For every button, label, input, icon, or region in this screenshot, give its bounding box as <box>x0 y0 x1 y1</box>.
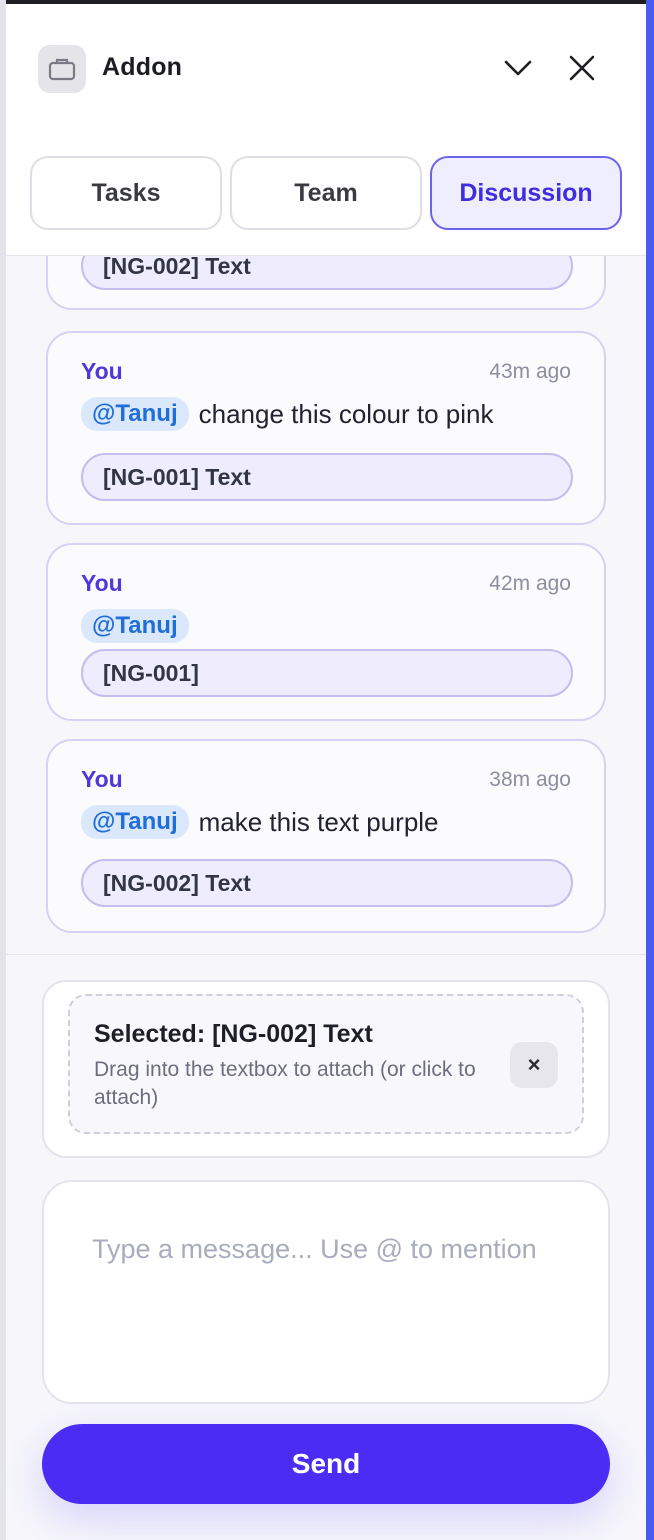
message-timestamp: 43m ago <box>489 360 571 383</box>
element-tag[interactable]: [NG-002] Text <box>81 256 573 290</box>
message-text: change this colour to pink <box>198 398 494 429</box>
message-card: You 38m ago @Tanuj make this text purple… <box>46 739 606 933</box>
message-timestamp: 38m ago <box>489 768 571 791</box>
message-card: You 42m ago @Tanuj [NG-001] <box>46 543 606 721</box>
selected-element-dropzone[interactable]: Selected: [NG-002] Text Drag into the te… <box>68 994 584 1134</box>
message-card: [NG-002] Text <box>46 256 606 310</box>
message-author: You <box>81 570 123 596</box>
collapse-button[interactable] <box>498 48 538 88</box>
chevron-down-icon <box>504 60 532 76</box>
message-timestamp: 42m ago <box>489 572 571 595</box>
message-input[interactable] <box>92 1228 560 1356</box>
element-tag[interactable]: [NG-001] <box>81 649 573 697</box>
message-card: You 43m ago @Tanuj change this colour to… <box>46 331 606 525</box>
mention-chip[interactable]: @Tanuj <box>81 805 189 839</box>
selected-element-hint: Drag into the textbox to attach (or clic… <box>94 1058 476 1109</box>
message-body: @Tanuj make this text purple <box>81 805 439 839</box>
mention-chip[interactable]: @Tanuj <box>81 397 189 431</box>
message-body: @Tanuj change this colour to pink <box>81 397 493 431</box>
briefcase-icon <box>38 45 86 93</box>
message-composer <box>42 1180 610 1404</box>
window-right-accent <box>646 0 654 1540</box>
element-tag[interactable]: [NG-002] Text <box>81 859 573 907</box>
addon-panel: Addon Tasks Team Discussion [NG-002] Tex… <box>6 4 646 1540</box>
app-title: Addon <box>102 53 183 81</box>
close-button[interactable] <box>562 48 602 88</box>
tab-team[interactable]: Team <box>230 156 422 230</box>
selected-element-card: Selected: [NG-002] Text Drag into the te… <box>42 980 610 1158</box>
close-icon <box>569 55 595 81</box>
tab-discussion[interactable]: Discussion <box>430 156 622 230</box>
panel-header: Addon Tasks Team Discussion <box>6 4 646 256</box>
message-list[interactable]: [NG-002] Text You 43m ago @Tanuj change … <box>6 256 646 954</box>
message-text: make this text purple <box>198 806 439 837</box>
section-divider <box>6 954 646 955</box>
element-tag[interactable]: [NG-001] Text <box>81 453 573 501</box>
send-button[interactable]: Send <box>42 1424 610 1504</box>
message-author: You <box>81 358 123 384</box>
tab-tasks[interactable]: Tasks <box>30 156 222 230</box>
message-body: @Tanuj <box>81 609 199 643</box>
message-author: You <box>81 766 123 792</box>
selected-element-title: Selected: [NG-002] Text <box>94 1020 373 1048</box>
clear-selection-button[interactable]: × <box>510 1042 558 1088</box>
mention-chip[interactable]: @Tanuj <box>81 609 189 643</box>
